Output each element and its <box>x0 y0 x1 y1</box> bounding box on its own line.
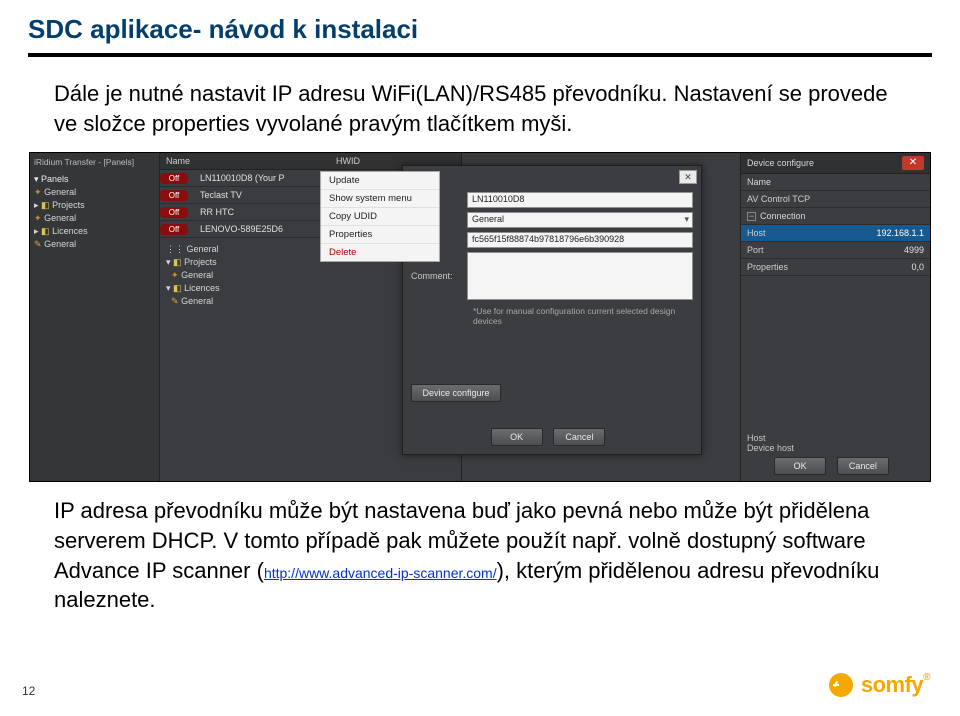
off-badge[interactable]: Off <box>160 173 188 184</box>
page-number: 12 <box>22 684 35 698</box>
screenshot-mock: iRidium Transfer - [Panels] ▾ Panels ✦ G… <box>29 152 931 482</box>
brand-logo: somfy® <box>829 672 930 698</box>
properties-value[interactable]: 0,0 <box>911 262 924 272</box>
chevron-down-icon: ▾ <box>684 214 689 225</box>
host-key: Host <box>747 228 766 238</box>
iridium-title: iRidium Transfer - [Panels] <box>34 157 155 167</box>
scanner-link[interactable]: http://www.advanced-ip-scanner.com/ <box>264 565 497 581</box>
device-configure-note: *Use for manual configuration current se… <box>473 306 693 326</box>
tree-item[interactable]: General <box>44 239 76 249</box>
off-badge[interactable]: Off <box>160 190 188 201</box>
group-select[interactable]: General ▾ <box>467 212 693 228</box>
ok-button[interactable]: OK <box>774 457 826 475</box>
comment-input[interactable] <box>467 252 693 300</box>
col-name: Name <box>160 153 330 169</box>
tree2-item[interactable]: Projects <box>184 257 217 267</box>
host-label: Host <box>747 433 924 443</box>
tree2-item[interactable]: General <box>181 296 213 306</box>
context-menu: Update Show system menu Copy UDID Proper… <box>320 171 440 262</box>
host-row[interactable]: Host 192.168.1.1 <box>741 225 930 242</box>
host-value[interactable]: 192.168.1.1 <box>876 228 924 238</box>
secondary-tree: ⋮⋮ General ▾ ◧ Projects ✦ General ▾ ◧ Li… <box>166 243 220 308</box>
properties-row[interactable]: Properties 0,0 <box>741 259 930 276</box>
ctx-copy-udid[interactable]: Copy UDID <box>321 208 439 226</box>
ctx-properties[interactable]: Properties <box>321 226 439 244</box>
off-badge[interactable]: Off <box>160 224 188 235</box>
properties-key: Properties <box>747 262 788 272</box>
name-header: Name <box>747 177 771 187</box>
tree2-item[interactable]: General <box>181 270 213 280</box>
iridium-transfer-panel: iRidium Transfer - [Panels] ▾ Panels ✦ G… <box>30 153 160 481</box>
tree-item[interactable]: General <box>44 213 76 223</box>
hwid-input[interactable]: fc565f15f88874b97818796e6b390928 <box>467 232 693 248</box>
tree-panels[interactable]: Panels <box>41 174 69 184</box>
ctx-delete[interactable]: Delete <box>321 244 439 261</box>
ctx-show-system-menu[interactable]: Show system menu <box>321 190 439 208</box>
device-configure-panel: Device configure ✕ Name AV Control TCP −… <box>740 153 930 481</box>
port-row[interactable]: Port 4999 <box>741 242 930 259</box>
tree2-root[interactable]: General <box>187 244 219 254</box>
tree2-item[interactable]: Licences <box>184 283 220 293</box>
cancel-button[interactable]: Cancel <box>837 457 889 475</box>
iridium-tree: ▾ Panels ✦ General ▸ ◧ Projects ✦ Genera… <box>34 173 155 251</box>
tree-item[interactable]: Licences <box>52 226 88 236</box>
device-configure-title: Device configure <box>747 158 814 168</box>
tree-item[interactable]: Projects <box>52 200 85 210</box>
ok-button[interactable]: OK <box>491 428 543 446</box>
off-badge[interactable]: Off <box>160 207 188 218</box>
comment-label: Comment: <box>411 271 467 281</box>
name-input[interactable]: LN110010D8 <box>467 192 693 208</box>
connection-header: Connection <box>760 211 806 221</box>
page-title: SDC aplikace- návod k instalaci <box>28 14 932 45</box>
title-divider <box>28 53 932 57</box>
cancel-button[interactable]: Cancel <box>553 428 605 446</box>
properties-dialog: ✕ Name: LN110010D8 Group: General ▾ HWID… <box>402 165 702 455</box>
collapse-icon[interactable]: − <box>747 212 756 221</box>
device-host-label: Device host <box>747 443 924 453</box>
close-icon[interactable]: ✕ <box>902 156 924 170</box>
device-configure-button[interactable]: Device configure <box>411 384 501 402</box>
brand-sun-icon <box>829 673 853 697</box>
tree-item[interactable]: General <box>44 187 76 197</box>
device-name-value[interactable]: AV Control TCP <box>747 194 810 204</box>
paragraph-1: Dále je nutné nastavit IP adresu WiFi(LA… <box>54 79 912 138</box>
port-key: Port <box>747 245 764 255</box>
brand-text: somfy® <box>861 672 930 698</box>
group-value: General <box>472 214 504 224</box>
close-icon[interactable]: ✕ <box>679 170 697 184</box>
port-value[interactable]: 4999 <box>904 245 924 255</box>
paragraph-2: IP adresa převodníku může být nastavena … <box>54 496 912 615</box>
ctx-update[interactable]: Update <box>321 172 439 190</box>
